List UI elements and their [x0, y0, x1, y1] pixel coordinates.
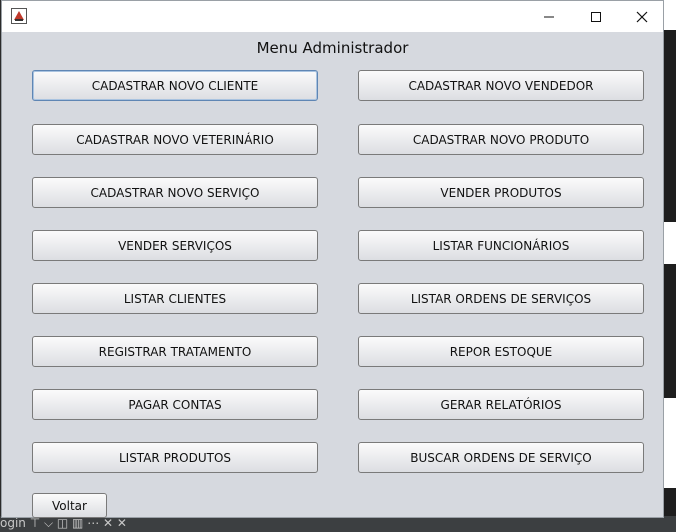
minimize-icon [544, 16, 554, 17]
generate-reports-button[interactable]: GERAR RELATÓRIOS [358, 389, 644, 420]
register-seller-button[interactable]: CADASTRAR NOVO VENDEDOR [358, 70, 644, 101]
maximize-icon [591, 11, 601, 22]
java-app-icon [11, 8, 27, 24]
sell-services-button[interactable]: VENDER SERVIÇOS [32, 230, 318, 261]
admin-menu-window: Menu Administrador CADASTRAR NOVO CLIENT… [1, 0, 664, 518]
background-window-edge [664, 0, 676, 532]
register-treatment-button[interactable]: REGISTRAR TRATAMENTO [32, 336, 318, 367]
search-service-orders-button[interactable]: BUSCAR ORDENS DE SERVIÇO [358, 442, 644, 473]
register-product-button[interactable]: CADASTRAR NOVO PRODUTO [358, 124, 644, 155]
list-employees-button[interactable]: LISTAR FUNCIONÁRIOS [358, 230, 644, 261]
pay-bills-button[interactable]: PAGAR CONTAS [32, 389, 318, 420]
register-veterinarian-button[interactable]: CADASTRAR NOVO VETERINÁRIO [32, 124, 318, 155]
register-service-button[interactable]: CADASTRAR NOVO SERVIÇO [32, 177, 318, 208]
restock-button[interactable]: REPOR ESTOQUE [358, 336, 644, 367]
back-button[interactable]: Voltar [32, 493, 107, 518]
background-text: ogin ⊤ ⌵ ◫ ▥ ⋯ ✕ ✕ [0, 516, 127, 530]
register-client-button[interactable]: CADASTRAR NOVO CLIENTE [32, 70, 318, 101]
list-clients-button[interactable]: LISTAR CLIENTES [32, 283, 318, 314]
sell-products-button[interactable]: VENDER PRODUTOS [358, 177, 644, 208]
minimize-button[interactable] [526, 1, 572, 32]
close-icon [636, 11, 648, 22]
close-button[interactable] [619, 1, 665, 32]
list-service-orders-button[interactable]: LISTAR ORDENS DE SERVIÇOS [358, 283, 644, 314]
list-products-button[interactable]: LISTAR PRODUTOS [32, 442, 318, 473]
title-bar [2, 1, 663, 32]
background-taskbar: ogin ⊤ ⌵ ◫ ▥ ⋯ ✕ ✕ [0, 516, 676, 532]
page-title: Menu Administrador [256, 39, 409, 57]
maximize-button[interactable] [573, 1, 619, 32]
